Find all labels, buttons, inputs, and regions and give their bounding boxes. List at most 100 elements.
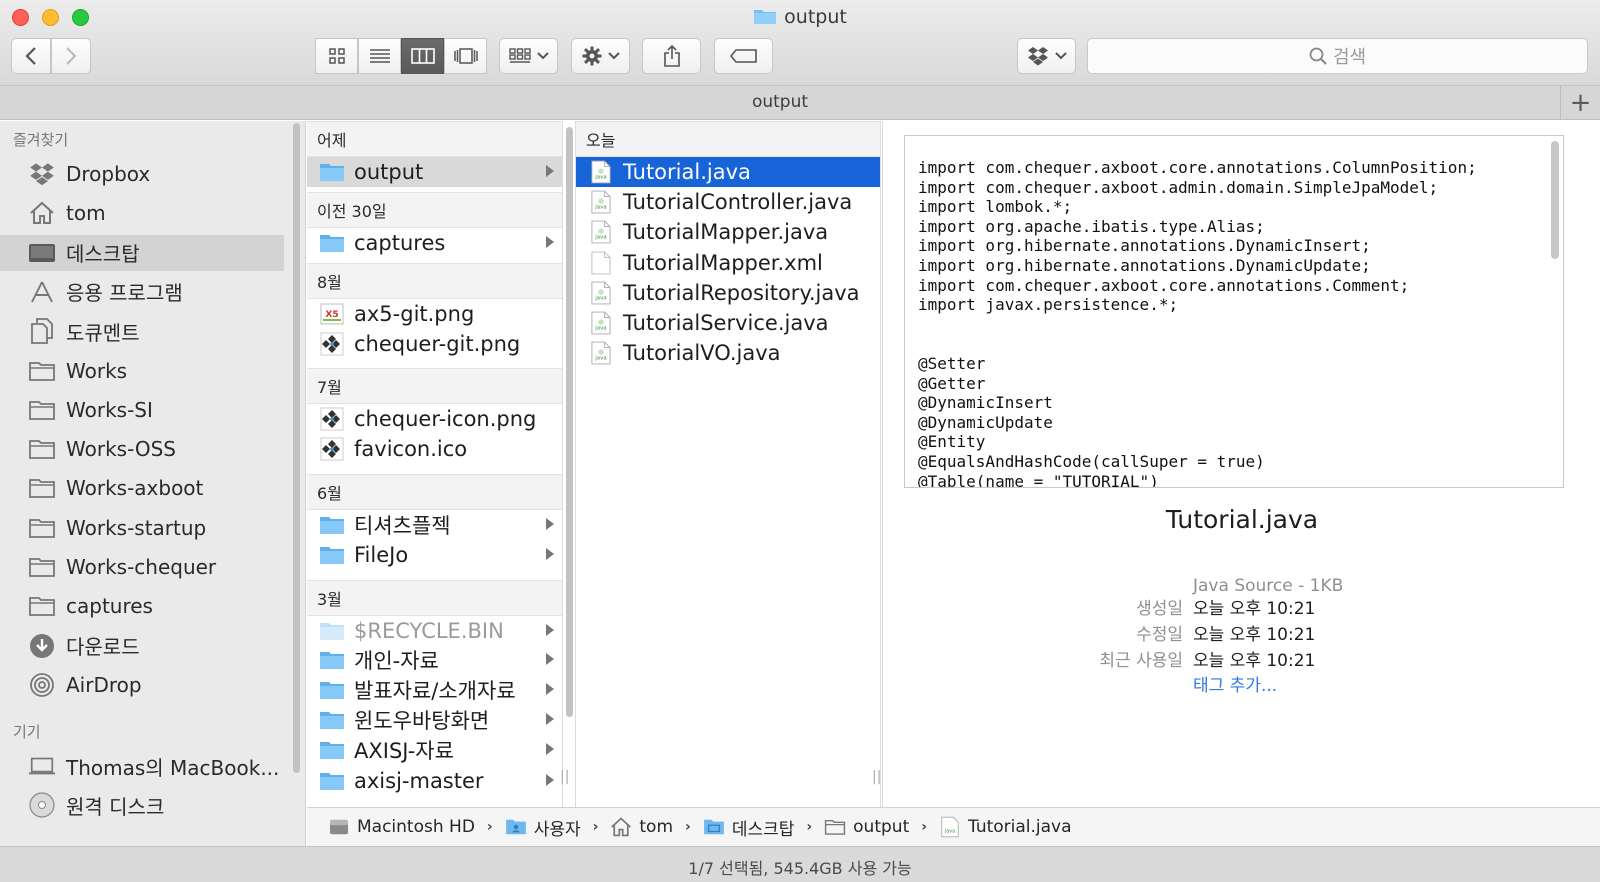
list-item[interactable]: 개인-자료 (307, 645, 562, 675)
breadcrumb-macintosh-hd[interactable]: Macintosh HD › (328, 817, 493, 837)
list-item[interactable]: axisj-master (307, 766, 562, 796)
scrollbar-thumb[interactable] (293, 123, 300, 773)
meta-modified: 수정일 오늘 오후 10:21 (883, 620, 1600, 646)
list-item[interactable]: java TutorialController.java (576, 187, 880, 217)
sidebar-item-dropbox[interactable]: Dropbox (0, 156, 284, 192)
users-folder-icon (505, 817, 527, 837)
dropbox-button[interactable] (1017, 38, 1076, 74)
sidebar-item-airdrop[interactable]: AirDrop (0, 667, 284, 703)
columns-icon (410, 48, 435, 64)
list-item[interactable]: AXISJ-자료 (307, 735, 562, 765)
tags-button[interactable] (714, 38, 773, 74)
sidebar-item-device-1[interactable]: 원격 디스크 (0, 787, 284, 823)
forward-button[interactable] (51, 38, 91, 74)
meta-key: 수정일 (1136, 625, 1183, 645)
sidebar-item-works-startup[interactable]: Works-startup (0, 510, 284, 546)
list-item[interactable]: X5 ax5-git.png (307, 299, 562, 329)
hard-drive-icon (328, 817, 350, 837)
chevron-left-icon (25, 47, 36, 65)
sidebar-item-tom[interactable]: tom (0, 195, 284, 231)
sidebar-item-works-si[interactable]: Works-SI (0, 392, 284, 428)
sidebar-item-captures[interactable]: captures (0, 588, 284, 624)
folder-icon (318, 620, 345, 642)
list-item-label: output (354, 160, 424, 184)
sidebar-scrollbar[interactable] (291, 121, 302, 776)
java-file-icon: java (587, 281, 614, 305)
column-1-scrollbar[interactable]: || (560, 121, 576, 807)
column-resize-handle[interactable]: || (560, 769, 569, 785)
list-item[interactable]: $RECYCLE.BIN (307, 616, 562, 646)
folder-icon (318, 649, 345, 671)
breadcrumb-label: Macintosh HD (357, 817, 475, 837)
meta-created: 생성일 오늘 오후 10:21 (883, 594, 1600, 620)
code-line: @Setter (918, 353, 986, 373)
list-item[interactable]: output (307, 157, 562, 187)
svg-text:java: java (594, 235, 606, 241)
list-item[interactable]: java TutorialVO.java (576, 338, 880, 368)
list-view-button[interactable] (358, 38, 401, 74)
back-button[interactable] (11, 38, 51, 74)
sidebar-item-다운로드[interactable]: 다운로드 (0, 628, 284, 664)
new-tab-button[interactable]: + (1560, 86, 1600, 119)
breadcrumb-tutorial-java[interactable]: java Tutorial.java (939, 816, 1072, 838)
list-item[interactable]: chequer-icon.png (307, 404, 562, 434)
breadcrumb-label: 데스크탑 (731, 819, 795, 840)
chevron-right-icon (66, 47, 77, 65)
share-button[interactable] (642, 38, 701, 74)
folder-icon (318, 739, 345, 761)
breadcrumb-데스크탑[interactable]: 데스크탑 › (703, 815, 812, 840)
disclosure-arrow-icon (546, 743, 554, 755)
code-line: import com.chequer.axboot.admin.domain.S… (918, 177, 1439, 197)
list-item[interactable]: java TutorialRepository.java (576, 278, 880, 308)
tag-icon (729, 49, 757, 63)
code-text: import com.chequer.axboot.core.annotatio… (918, 158, 1477, 487)
sidebar-item-label: Works-SI (66, 397, 153, 422)
sidebar-item-label: 도큐멘트 (66, 320, 140, 345)
code-line: import org.hibernate.annotations.Dynamic… (918, 255, 1371, 275)
list-item-label: Tutorial.java (623, 160, 751, 184)
list-item[interactable]: 발표자료/소개자료 (307, 675, 562, 705)
arrange-button[interactable] (499, 38, 558, 74)
list-item[interactable]: chequer-git.png (307, 329, 562, 359)
list-item-label: axisj-master (354, 769, 484, 793)
list-item[interactable]: java TutorialService.java (576, 308, 880, 338)
sidebar-item-응용-프로그램[interactable]: 응용 프로그램 (0, 274, 284, 310)
sidebar-item-데스크탑[interactable]: 데스크탑 (0, 234, 284, 271)
column-resize-handle[interactable]: || (872, 769, 880, 785)
scrollbar-thumb[interactable] (566, 127, 573, 717)
list-item-label: ax5-git.png (354, 302, 475, 326)
sidebar-item-device-0[interactable]: Thomas의 MacBook... (0, 748, 284, 784)
folder-icon (27, 475, 57, 501)
sidebar-item-works-axboot[interactable]: Works-axboot (0, 470, 284, 506)
sidebar-item-works-oss[interactable]: Works-OSS (0, 431, 284, 467)
list-item[interactable]: 윈도우바탕화면 (307, 705, 562, 735)
sidebar-item-works-chequer[interactable]: Works-chequer (0, 549, 284, 585)
list-item[interactable]: FileJo (307, 540, 562, 570)
tab-output[interactable]: output (0, 92, 1560, 112)
sidebar-item-도큐멘트[interactable]: 도큐멘트 (0, 313, 284, 349)
action-menu-button[interactable] (571, 38, 630, 74)
list-item[interactable]: captures (307, 228, 562, 258)
add-tags-link[interactable]: 태그 추가... (1193, 671, 1277, 696)
column-view-button[interactable] (401, 38, 444, 74)
sidebar-heading-devices: 기기 (13, 723, 41, 741)
list-item[interactable]: java TutorialMapper.java (576, 217, 880, 247)
list-item[interactable]: TutorialMapper.xml (576, 248, 880, 278)
breadcrumb-output[interactable]: output › (824, 817, 927, 837)
list-item[interactable]: favicon.ico (307, 434, 562, 464)
code-scrollbar[interactable] (1551, 141, 1559, 259)
sidebar-item-works[interactable]: Works (0, 353, 284, 389)
breadcrumb-사용자[interactable]: 사용자 › (505, 815, 598, 840)
breadcrumb-tom[interactable]: tom › (610, 817, 691, 837)
gallery-view-button[interactable] (444, 38, 487, 74)
preview-file-kind: Java Source - 1KB (1193, 576, 1344, 596)
search-input[interactable]: 검색 (1087, 38, 1588, 74)
folder-icon (27, 397, 57, 423)
disclosure-arrow-icon (546, 653, 554, 665)
list-item[interactable]: 티셔츠플젝 (307, 510, 562, 540)
java-file-icon: java (587, 160, 614, 184)
icon-view-button[interactable] (315, 38, 358, 74)
sidebar-item-label: Works-axboot (66, 476, 204, 501)
list-item[interactable]: java Tutorial.java (576, 157, 880, 187)
